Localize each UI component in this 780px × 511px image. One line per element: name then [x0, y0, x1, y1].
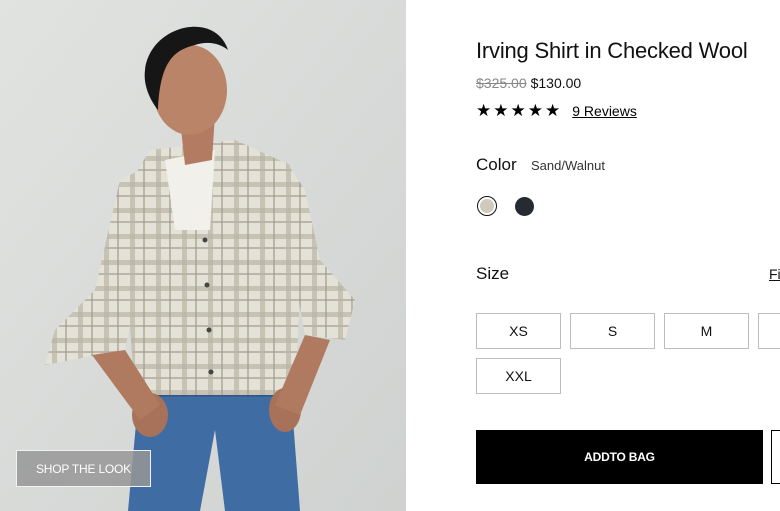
size-option-xs[interactable]: XS	[476, 313, 561, 349]
add-to-bag-button[interactable]: ADDTO BAG	[476, 430, 763, 484]
star-icon: ★	[476, 101, 492, 120]
size-option-s[interactable]: S	[570, 313, 655, 349]
selected-color-name: Sand/Walnut	[531, 158, 605, 173]
size-label: Size	[476, 264, 510, 283]
model-photo	[0, 0, 406, 511]
star-icon: ★	[545, 101, 561, 120]
color-swatch-navy[interactable]	[515, 197, 534, 216]
swatch-fill	[480, 199, 494, 213]
star-icon: ★	[493, 101, 509, 120]
fit-guide-link[interactable]: Fi	[769, 266, 780, 282]
color-label: Color	[476, 155, 517, 174]
price: $325.00 $130.00	[476, 75, 581, 91]
size-option-l[interactable]	[758, 313, 780, 349]
star-icon: ★	[510, 101, 526, 120]
shop-the-look-button[interactable]: SHOP THE LOOK	[16, 450, 151, 487]
reviews-link[interactable]: 9 Reviews	[572, 103, 637, 119]
product-image[interactable]: SHOP THE LOOK	[0, 0, 406, 511]
original-price: $325.00	[476, 75, 527, 91]
size-option-xxl[interactable]: XXL	[476, 358, 561, 394]
size-option-m[interactable]: M	[664, 313, 749, 349]
wishlist-button[interactable]	[771, 430, 780, 484]
product-title: Irving Shirt in Checked Wool	[476, 38, 748, 63]
star-icon: ★	[527, 101, 543, 120]
rating: ★ ★ ★ ★ ★ 9 Reviews	[476, 100, 637, 122]
sale-price: $130.00	[530, 75, 582, 91]
color-swatch-sand-walnut[interactable]	[477, 196, 497, 216]
